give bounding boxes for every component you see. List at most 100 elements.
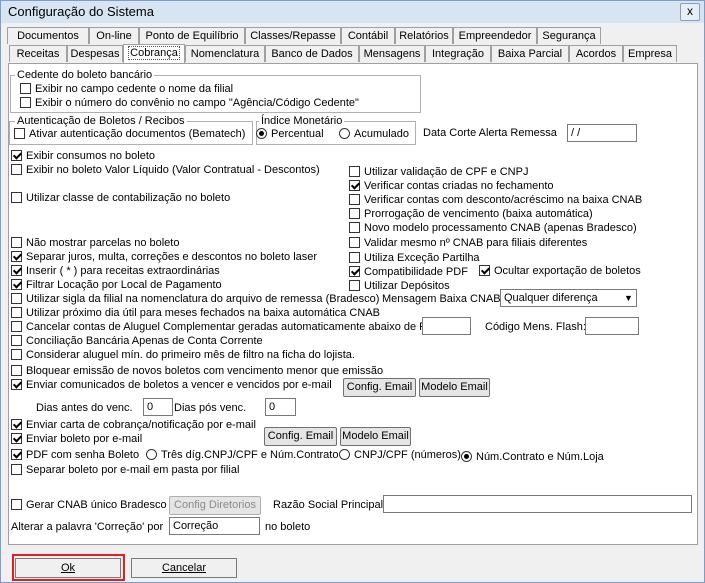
checkbox-label: Utilizar validação de CPF e CNPJ — [364, 166, 529, 178]
bloquear-emissao-checkbox[interactable]: Bloquear emissão de novos boletos com ve… — [11, 365, 383, 378]
checkbox-label: PDF com senha Boleto — [26, 449, 140, 461]
tab-on-line[interactable]: On-line — [89, 27, 139, 44]
dias-pos-input[interactable]: 0 — [265, 398, 296, 416]
gerar-cnab-checkbox[interactable]: Gerar CNAB único Bradesco — [11, 499, 167, 512]
tab-banco-de-dados[interactable]: Banco de Dados — [265, 45, 359, 62]
close-icon[interactable]: x — [680, 3, 700, 21]
ocultar-exportacao-checkbox[interactable]: Ocultar exportação de boletos — [479, 265, 641, 278]
tab-baixa-parcial[interactable]: Baixa Parcial — [491, 45, 569, 62]
separar-juros-checkbox[interactable]: Separar juros, multa, correções e descon… — [11, 251, 317, 264]
validar-mesmo-cnab-checkbox[interactable]: Validar mesmo nº CNAB para filiais difer… — [349, 237, 587, 250]
checkbox-box — [11, 499, 22, 510]
validacao-cpf-checkbox[interactable]: Utilizar validação de CPF e CNPJ — [349, 166, 528, 179]
utilizar-depositos-checkbox[interactable]: Utilizar Depósitos — [349, 280, 450, 293]
checkbox-box — [349, 180, 360, 191]
percentual-radio[interactable]: Percentual — [256, 128, 324, 141]
tab-acordos[interactable]: Acordos — [569, 45, 623, 62]
cedente-legend: Cedente do boleto bancário — [15, 69, 155, 81]
tab-empresa[interactable]: Empresa — [623, 45, 677, 62]
radio-dot — [256, 128, 267, 139]
checkbox-label: Não mostrar parcelas no boleto — [26, 237, 180, 249]
data-corte-input[interactable]: / / — [567, 124, 637, 142]
autenticacao-checkbox[interactable]: Ativar autenticação documentos (Bematech… — [14, 128, 245, 141]
tab-documentos[interactable]: Documentos — [7, 27, 89, 44]
modelo-email-button-1[interactable]: Modelo Email — [419, 378, 490, 397]
enviar-boleto-checkbox[interactable]: Enviar boleto por e-mail — [11, 433, 142, 446]
cancelar-button[interactable]: Cancelar — [131, 558, 237, 578]
inserir-asterisco-checkbox[interactable]: Inserir ( * ) para receitas extraordinár… — [11, 265, 220, 278]
checkbox-label: Utiliza Exceção Partilha — [364, 252, 480, 264]
checkbox-box — [11, 419, 22, 430]
checkbox-box — [349, 280, 360, 291]
tab-nomenclatura[interactable]: Nomenclatura — [185, 45, 265, 62]
nao-mostrar-parcelas-checkbox[interactable]: Não mostrar parcelas no boleto — [11, 237, 179, 250]
checkbox-box — [11, 265, 22, 276]
mensagem-baixa-select[interactable]: Qualquer diferença ▼ — [500, 289, 637, 307]
dias-antes-label: Dias antes do venc. — [36, 402, 133, 414]
config-email-button-2[interactable]: Config. Email — [264, 427, 337, 446]
modelo-email-button-2[interactable]: Modelo Email — [340, 427, 411, 446]
checkbox-label: Inserir ( * ) para receitas extraordinár… — [26, 265, 220, 277]
classe-contab-checkbox[interactable]: Utilizar classe de contabilização no bol… — [11, 192, 230, 205]
alterar-input[interactable]: Correção — [169, 517, 260, 535]
pdf-radio-cnpj-cpf[interactable]: CNPJ/CPF (números) — [339, 449, 461, 462]
tab-ponto-equilibrio[interactable]: Ponto de Equilíbrio — [139, 27, 245, 44]
compatibilidade-pdf-checkbox[interactable]: Compatibilidade PDF — [349, 266, 468, 279]
mensagem-baixa-value: Qualquer diferença — [504, 292, 598, 304]
config-diretorios-button[interactable]: Config Diretorios — [169, 496, 261, 515]
checkbox-label: Utilizar sigla da filial na nomenclatura… — [26, 293, 380, 305]
separar-boleto-checkbox[interactable]: Separar boleto por e-mail em pasta por f… — [11, 464, 239, 477]
excecao-partilha-checkbox[interactable]: Utiliza Exceção Partilha — [349, 252, 480, 265]
cancelar-label: Cancelar — [161, 562, 207, 574]
cancelar-valor-input[interactable] — [422, 317, 471, 335]
indice-legend: Índice Monetário — [259, 115, 345, 127]
pdf-radio-contrato-loja[interactable]: Núm.Contrato e Núm.Loja — [461, 451, 604, 464]
sigla-filial-checkbox[interactable]: Utilizar sigla da filial na nomenclatura… — [11, 293, 379, 306]
checkbox-label: Enviar boleto por e-mail — [26, 433, 143, 445]
radio-dot — [339, 128, 350, 139]
tab-empreendedor[interactable]: Empreendedor — [453, 27, 537, 44]
checkbox-box — [11, 365, 22, 376]
cancelar-contas-checkbox[interactable]: Cancelar contas de Aluguel Complementar … — [11, 321, 433, 334]
dias-antes-input[interactable]: 0 — [143, 398, 173, 416]
checkbox-box — [11, 335, 22, 346]
novo-modelo-cnab-checkbox[interactable]: Novo modelo processamento CNAB (apenas B… — [349, 222, 637, 235]
cedente-nome-filial-checkbox[interactable]: Exibir no campo cedente o nome da filial — [20, 83, 233, 96]
tab-relatorios[interactable]: Relatórios — [395, 27, 453, 44]
checkbox-box — [349, 166, 360, 177]
proximo-dia-util-checkbox[interactable]: Utilizar próximo dia útil para meses fec… — [11, 307, 380, 320]
considerar-aluguel-checkbox[interactable]: Considerar aluguel mín. do primeiro mês … — [11, 349, 355, 362]
tab-contabil[interactable]: Contábil — [341, 27, 395, 44]
tab-despesas[interactable]: Despesas — [67, 45, 123, 62]
acumulado-radio[interactable]: Acumulado — [339, 128, 409, 141]
checkbox-label: Gerar CNAB único Bradesco — [26, 499, 167, 511]
checkbox-box — [11, 433, 22, 444]
prorrogacao-checkbox[interactable]: Prorrogação de vencimento (baixa automát… — [349, 208, 593, 221]
checkbox-box — [11, 449, 22, 460]
chevron-down-icon: ▼ — [624, 293, 633, 303]
radio-dot — [146, 449, 157, 460]
tab-seguranca[interactable]: Segurança — [537, 27, 601, 44]
verificar-desconto-checkbox[interactable]: Verificar contas com desconto/acréscimo … — [349, 194, 642, 207]
tab-receitas[interactable]: Receitas — [9, 45, 67, 62]
checkbox-label: Utilizar classe de contabilização no bol… — [26, 192, 231, 204]
conciliacao-checkbox[interactable]: Conciliação Bancária Apenas de Conta Cor… — [11, 335, 263, 348]
checkbox-label: Verificar contas criadas no fechamento — [364, 180, 554, 192]
codigo-flash-input[interactable] — [585, 317, 639, 335]
tab-integracao[interactable]: Integração — [425, 45, 491, 62]
config-email-button-1[interactable]: Config. Email — [343, 378, 416, 397]
enviar-carta-checkbox[interactable]: Enviar carta de cobrança/notificação por… — [11, 419, 256, 432]
verificar-contas-checkbox[interactable]: Verificar contas criadas no fechamento — [349, 180, 554, 193]
tab-classes-repasse[interactable]: Classes/Repasse — [245, 27, 341, 44]
cedente-convenio-checkbox[interactable]: Exibir o número do convênio no campo "Ag… — [20, 97, 359, 110]
pdf-senha-checkbox[interactable]: PDF com senha Boleto — [11, 449, 139, 462]
checkbox-box — [20, 97, 31, 108]
enviar-comunicados-checkbox[interactable]: Enviar comunicados de boletos a vencer e… — [11, 379, 332, 392]
valor-liquido-checkbox[interactable]: Exibir no boleto Valor Líquido (Valor Co… — [11, 164, 320, 177]
razao-social-input[interactable] — [383, 495, 692, 513]
tab-mensagens[interactable]: Mensagens — [359, 45, 425, 62]
exibir-consumos-checkbox[interactable]: Exibir consumos no boleto — [11, 150, 155, 163]
pdf-radio-tres-digitos[interactable]: Três díg.CNPJ/CPF e Núm.Contrato — [146, 449, 338, 462]
tab-cobranca[interactable]: Cobrança — [123, 44, 185, 63]
filtrar-locacao-checkbox[interactable]: Filtrar Locação por Local de Pagamento — [11, 279, 222, 292]
